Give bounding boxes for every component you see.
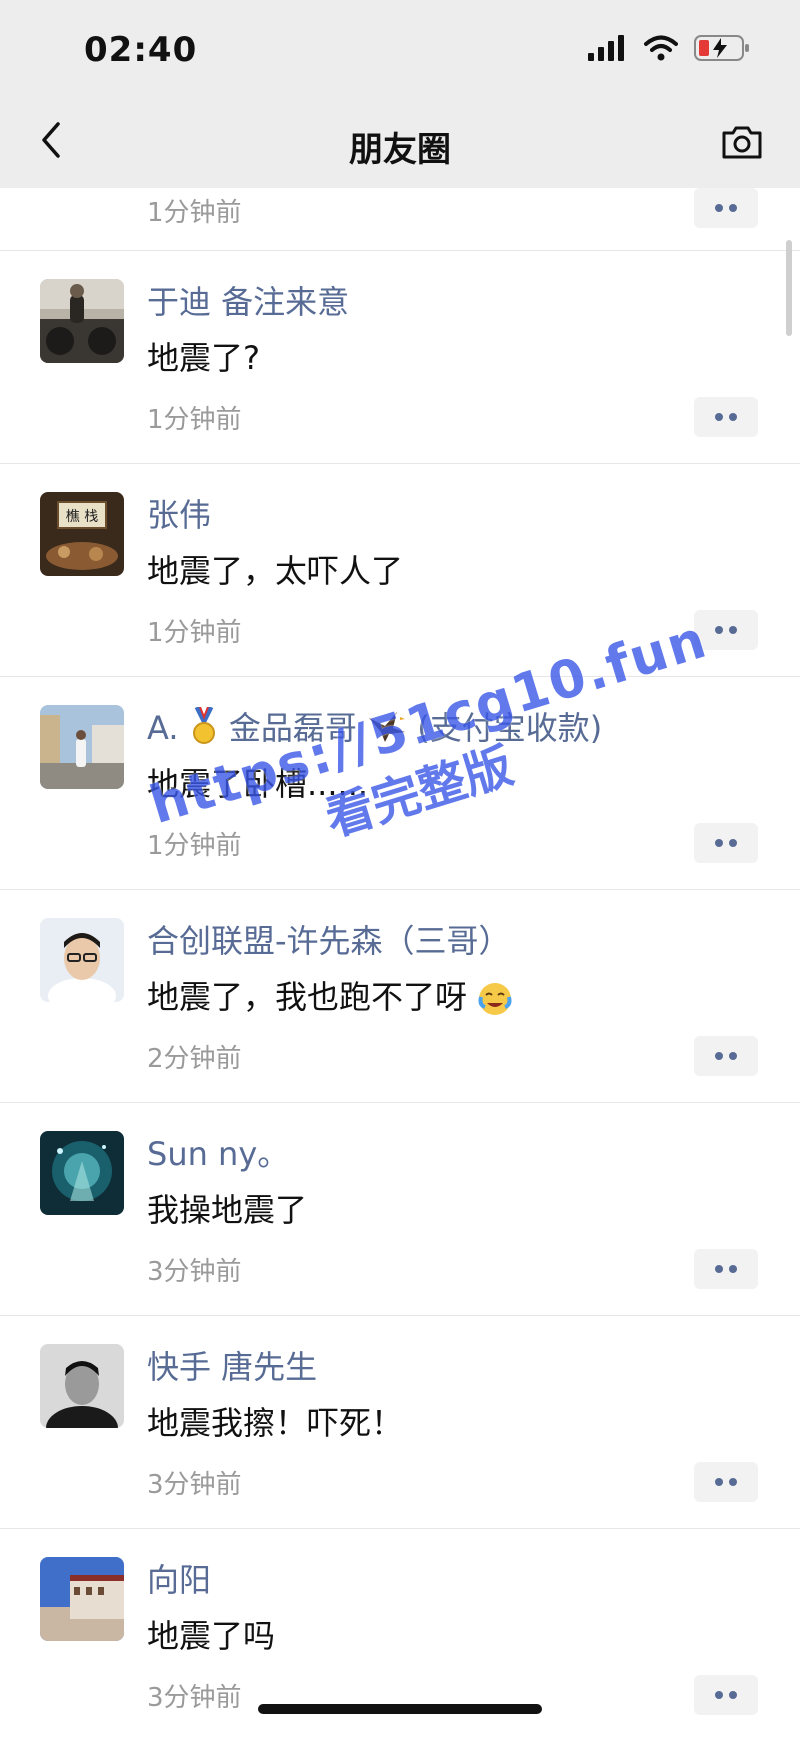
avatar[interactable] (40, 705, 124, 789)
post-time: 1分钟前 (147, 831, 242, 861)
post-content: 我操地震了 (147, 1191, 308, 1229)
post-time: 2分钟前 (147, 1044, 242, 1074)
camera-button[interactable] (716, 118, 768, 170)
post-content-text: 地震了，我也跑不了呀 (147, 978, 468, 1016)
more-button[interactable] (694, 1675, 758, 1715)
list-item: 合创联盟-许先森（三哥） 地震了，我也跑不了呀 2分钟前 (0, 890, 800, 1103)
moments-feed[interactable]: 1分钟前 于迪 备注来意 地震了? 1分钟前 樵 栈 张伟 地震了，太吓人了 1… (0, 188, 800, 1741)
status-bar: 02:40 (0, 0, 800, 100)
post-time: 1分钟前 (147, 198, 242, 228)
home-indicator[interactable] (258, 1704, 542, 1714)
wifi-icon (644, 35, 678, 65)
post-content: 地震了，我也跑不了呀 (147, 972, 513, 1018)
list-item: 樵 栈 张伟 地震了，太吓人了 1分钟前 (0, 464, 800, 677)
post-content: 地震我擦！吓死！ (147, 1404, 404, 1442)
avatar[interactable] (40, 279, 124, 363)
more-dots-icon (715, 1052, 723, 1060)
more-dots-icon (715, 204, 723, 212)
avatar[interactable] (40, 1344, 124, 1428)
list-item: 于迪 备注来意 地震了? 1分钟前 (0, 251, 800, 464)
post-author-main: 金品磊哥 (228, 709, 357, 747)
page-title: 朋友圈 (349, 130, 451, 170)
battery-icon (694, 34, 750, 66)
post-author[interactable]: 张伟 (147, 490, 211, 536)
post-time: 3分钟前 (147, 1470, 242, 1500)
crying-emoji-icon (477, 981, 513, 1017)
post-author[interactable]: Sun ny。 (147, 1129, 289, 1175)
post-content: 地震了? (147, 339, 260, 377)
post-author-suffix: (支付宝收款) (417, 709, 603, 747)
more-dots-icon (715, 1265, 723, 1273)
more-dots-icon (715, 413, 723, 421)
post-author[interactable]: 快手 唐先生 (147, 1342, 317, 1388)
scrollbar[interactable] (786, 240, 792, 336)
more-button[interactable] (694, 1249, 758, 1289)
more-dots-icon (715, 626, 723, 634)
more-button[interactable] (694, 1036, 758, 1076)
avatar[interactable] (40, 1557, 124, 1641)
svg-text:樵 栈: 樵 栈 (66, 509, 98, 525)
post-time: 3分钟前 (147, 1683, 242, 1713)
more-button[interactable] (694, 188, 758, 228)
status-icons (588, 34, 750, 66)
post-author[interactable]: 于迪 备注来意 (147, 277, 349, 323)
post-content: 地震了，太吓人了 (147, 552, 404, 590)
avatar[interactable] (40, 918, 124, 1002)
list-item: Sun ny。 我操地震了 3分钟前 (0, 1103, 800, 1316)
avatar[interactable]: 樵 栈 (40, 492, 124, 576)
more-button[interactable] (694, 1462, 758, 1502)
more-dots-icon (715, 839, 723, 847)
more-dots-icon (715, 1691, 723, 1699)
post-time: 1分钟前 (147, 618, 242, 648)
camera-icon (720, 124, 764, 164)
post-author-prefix: A. (147, 709, 179, 747)
post-author[interactable]: 向阳 (147, 1555, 211, 1601)
list-item: 1分钟前 (0, 188, 800, 251)
post-content: 地震了卧槽...... (147, 765, 369, 803)
nav-bar: 朋友圈 (0, 100, 800, 188)
more-button[interactable] (694, 823, 758, 863)
avatar[interactable] (40, 1131, 124, 1215)
medal-emoji-icon (189, 705, 219, 753)
list-item: 快手 唐先生 地震我擦！吓死！ 3分钟前 (0, 1316, 800, 1529)
more-button[interactable] (694, 610, 758, 650)
more-dots-icon (715, 1478, 723, 1486)
signal-icon (588, 35, 628, 65)
post-content: 地震了吗 (147, 1617, 276, 1655)
list-item: A. 金品磊哥 (支付宝收款) 地震了卧槽...... 1分钟前 (0, 677, 800, 890)
post-author[interactable]: 合创联盟-许先森（三哥） (147, 916, 511, 962)
post-time: 3分钟前 (147, 1257, 242, 1287)
eagle-emoji-icon (367, 708, 407, 752)
post-author[interactable]: A. 金品磊哥 (支付宝收款) (147, 703, 602, 753)
post-time: 1分钟前 (147, 405, 242, 435)
more-button[interactable] (694, 397, 758, 437)
status-time: 02:40 (84, 30, 198, 70)
